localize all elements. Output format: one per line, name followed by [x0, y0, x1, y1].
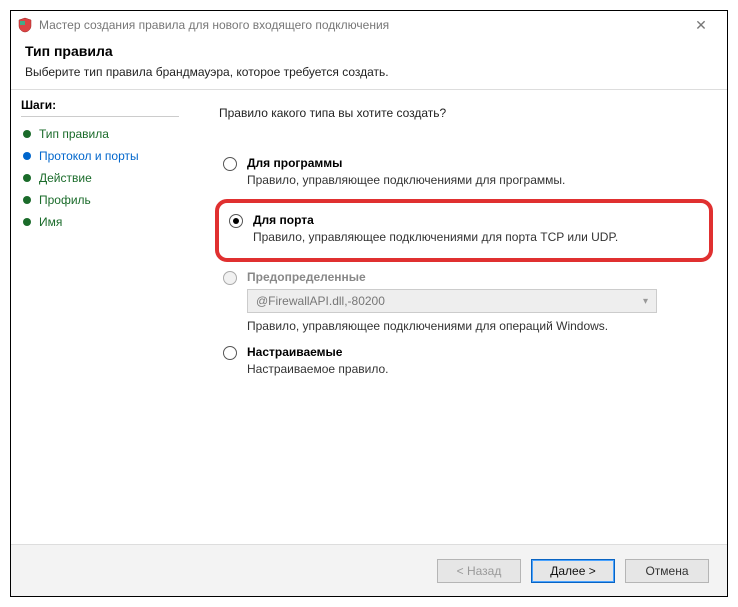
radio-icon[interactable]: [229, 214, 243, 228]
body: Шаги: Тип правила Протокол и порты Дейст…: [11, 90, 727, 544]
option-text: Предопределенные: [247, 270, 705, 287]
step-action[interactable]: Действие: [21, 167, 179, 189]
option-program[interactable]: Для программы Правило, управляющее подкл…: [219, 152, 709, 197]
option-desc: Правило, управляющее подключениями для п…: [247, 173, 705, 187]
step-label: Тип правила: [39, 127, 109, 141]
option-desc: Настраиваемое правило.: [247, 362, 705, 376]
radio-icon[interactable]: [223, 346, 237, 360]
question-text: Правило какого типа вы хотите создать?: [219, 106, 709, 120]
step-label: Действие: [39, 171, 92, 185]
steps-sidebar: Шаги: Тип правила Протокол и порты Дейст…: [11, 90, 189, 544]
option-predefined: Предопределенные @FirewallAPI.dll,-80200…: [219, 266, 709, 335]
step-label: Протокол и порты: [39, 149, 139, 163]
page-subtitle: Выберите тип правила брандмауэра, которо…: [25, 65, 713, 79]
highlight-frame: Для порта Правило, управляющее подключен…: [215, 199, 713, 262]
bullet-icon: [23, 174, 31, 182]
option-desc: Правило, управляющее подключениями для п…: [253, 230, 699, 244]
wizard-window: Мастер создания правила для нового входя…: [10, 10, 728, 597]
titlebar: Мастер создания правила для нового входя…: [11, 11, 727, 39]
next-button[interactable]: Далее >: [531, 559, 615, 583]
divider: [21, 116, 179, 117]
close-icon[interactable]: ✕: [681, 17, 721, 34]
app-icon: [17, 17, 33, 33]
option-custom[interactable]: Настраиваемые Настраиваемое правило.: [219, 341, 709, 386]
step-protocol-ports[interactable]: Протокол и порты: [21, 145, 179, 167]
option-text: Для программы Правило, управляющее подкл…: [247, 156, 705, 187]
step-label: Профиль: [39, 193, 91, 207]
bullet-icon: [23, 152, 31, 160]
option-label: Для порта: [253, 213, 699, 227]
back-button: < Назад: [437, 559, 521, 583]
option-port[interactable]: Для порта Правило, управляющее подключен…: [225, 209, 703, 248]
step-rule-type[interactable]: Тип правила: [21, 123, 179, 145]
dropdown-value: @FirewallAPI.dll,-80200: [256, 294, 385, 308]
bullet-icon: [23, 130, 31, 138]
radio-icon[interactable]: [223, 157, 237, 171]
predefined-dropdown: @FirewallAPI.dll,-80200 ▾: [247, 289, 657, 313]
window-title: Мастер создания правила для нового входя…: [39, 18, 389, 32]
option-label: Для программы: [247, 156, 705, 170]
step-label: Имя: [39, 215, 62, 229]
bullet-icon: [23, 196, 31, 204]
chevron-down-icon: ▾: [643, 296, 648, 307]
steps-title: Шаги:: [21, 98, 179, 112]
step-name[interactable]: Имя: [21, 211, 179, 233]
step-profile[interactable]: Профиль: [21, 189, 179, 211]
cancel-button[interactable]: Отмена: [625, 559, 709, 583]
content-area: Правило какого типа вы хотите создать? Д…: [189, 90, 727, 544]
radio-icon: [223, 271, 237, 285]
page-title: Тип правила: [25, 43, 713, 59]
option-text: Для порта Правило, управляющее подключен…: [253, 213, 699, 244]
bullet-icon: [23, 218, 31, 226]
header: Тип правила Выберите тип правила брандма…: [11, 39, 727, 90]
option-label: Настраиваемые: [247, 345, 705, 359]
footer: < Назад Далее > Отмена: [11, 544, 727, 596]
option-desc: Правило, управляющее подключениями для о…: [247, 319, 657, 333]
option-label: Предопределенные: [247, 270, 705, 284]
option-text: Настраиваемые Настраиваемое правило.: [247, 345, 705, 376]
